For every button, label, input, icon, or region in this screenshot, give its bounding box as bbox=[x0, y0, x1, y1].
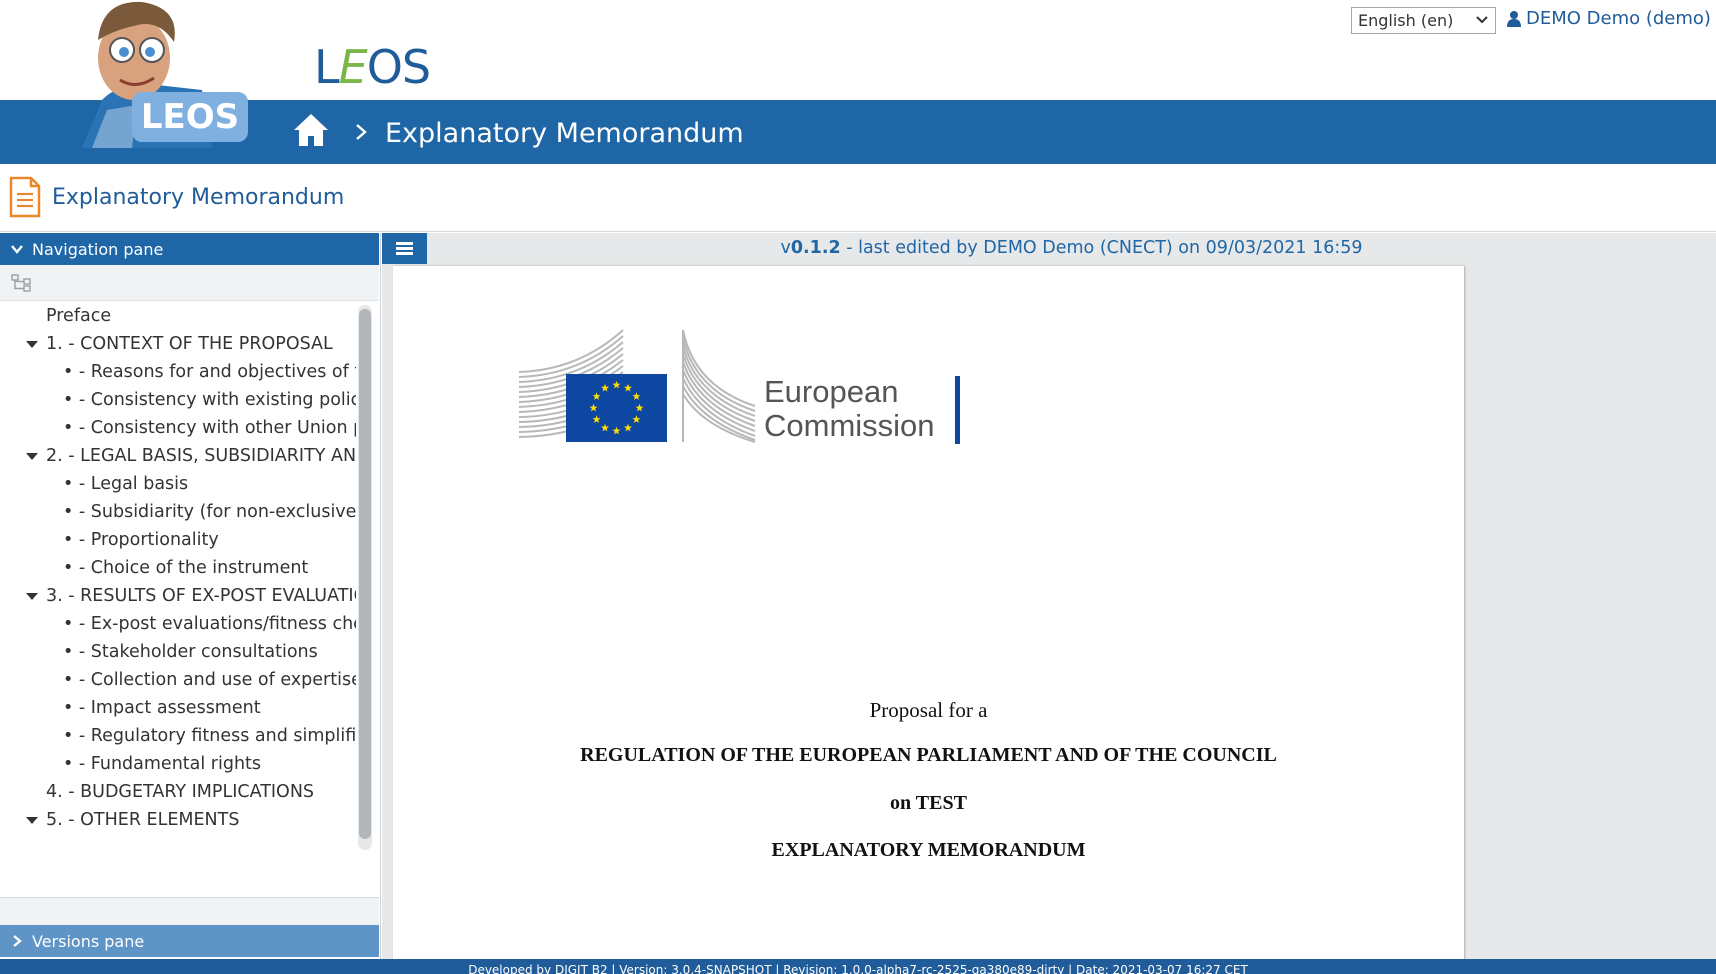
toc-item-label: Preface bbox=[46, 306, 112, 326]
version-prefix: v bbox=[780, 238, 791, 258]
toc-item-label: • - Consistency with existing policy p bbox=[63, 390, 356, 410]
toc-item[interactable]: • - Consistency with existing policy p bbox=[63, 387, 356, 413]
leos-logo[interactable]: LEOS bbox=[314, 40, 431, 94]
toc-item[interactable]: 1. - CONTEXT OF THE PROPOSAL bbox=[26, 331, 356, 357]
toc-item-label: • - Consistency with other Union pol bbox=[63, 418, 356, 438]
toc-item-label: • - Legal basis bbox=[63, 474, 189, 494]
regulation-subject: on TEST bbox=[890, 792, 967, 814]
navigation-pane-title: Navigation pane bbox=[32, 239, 164, 259]
top-header: LEOS English (en) DEMO Demo (demo) bbox=[0, 0, 1716, 100]
table-of-contents: Preface 1. - CONTEXT OF THE PROPOSAL • - R… bbox=[0, 303, 356, 828]
toc-item-label: 4. - BUDGETARY IMPLICATIONS bbox=[46, 782, 315, 802]
language-select[interactable]: English (en) bbox=[1351, 7, 1496, 34]
toc-item[interactable]: 4. - BUDGETARY IMPLICATIONS bbox=[46, 779, 356, 805]
logo-letters-os: OS bbox=[366, 40, 431, 94]
language-select-value: English (en) bbox=[1358, 11, 1454, 30]
toc-item[interactable]: • - Collection and use of expertise bbox=[63, 667, 356, 693]
toc-item-label: 1. - CONTEXT OF THE PROPOSAL bbox=[46, 334, 333, 354]
toc-item[interactable]: • - Proportionality bbox=[63, 527, 356, 553]
logo-text-european: European bbox=[764, 374, 898, 409]
left-panel: Navigation pane Preface 1. - CONTEXT OF T… bbox=[0, 233, 381, 974]
user-name: DEMO Demo (demo) bbox=[1526, 8, 1711, 29]
toc-scrollbar-thumb[interactable] bbox=[359, 309, 371, 839]
toc-item-label: • - Subsidiarity (for non-exclusive co bbox=[63, 502, 356, 522]
toc-item[interactable]: 3. - RESULTS OF EX-POST EVALUATION bbox=[26, 583, 356, 609]
home-icon[interactable] bbox=[292, 111, 330, 149]
toc-item[interactable]: • - Choice of the instrument bbox=[63, 555, 356, 581]
toc-item-label: • - Choice of the instrument bbox=[63, 558, 309, 578]
page-footer: Developed by DIGIT B2 | Version: 3.0.4-S… bbox=[0, 959, 1716, 974]
expand-toggle-icon[interactable] bbox=[26, 452, 38, 460]
expand-toggle-icon[interactable] bbox=[26, 592, 38, 600]
toc-item[interactable]: • - Stakeholder consultations bbox=[63, 639, 356, 665]
toc-item-label: 5. - OTHER ELEMENTS bbox=[46, 810, 240, 828]
document-title-bar: Explanatory Memorandum bbox=[0, 164, 1716, 232]
navigation-pane-toolbar bbox=[0, 265, 379, 301]
logo-letter-e: E bbox=[338, 40, 368, 94]
proposal-intro: Proposal for a bbox=[869, 698, 988, 722]
version-details: - last edited by DEMO Demo (CNECT) on 09… bbox=[840, 238, 1363, 258]
chevron-down-icon bbox=[1476, 16, 1488, 24]
toc-item[interactable]: • - Impact assessment bbox=[63, 695, 356, 721]
document-menu-button[interactable] bbox=[382, 233, 427, 264]
european-commission-logo: European Commission bbox=[519, 329, 960, 444]
hamburger-menu-icon bbox=[396, 242, 413, 255]
toc-item-label: • - Regulatory fitness and simplificat bbox=[63, 726, 356, 746]
chevron-right-icon bbox=[356, 124, 367, 140]
logo-text-commission: Commission bbox=[764, 408, 935, 443]
version-number: 0.1.2 bbox=[790, 238, 841, 258]
toc-item-label: 2. - LEGAL BASIS, SUBSIDIARITY AND P bbox=[46, 446, 356, 466]
memorandum-heading: EXPLANATORY MEMORANDUM bbox=[771, 839, 1086, 861]
leos-mascot-logo: LEOS bbox=[82, 1, 248, 148]
toc-item[interactable]: • - Reasons for and objectives of the bbox=[63, 359, 356, 385]
toc-item-label: • - Ex-post evaluations/fitness check bbox=[63, 614, 356, 634]
expand-toggle-icon[interactable] bbox=[26, 816, 38, 824]
toc-item-label: 3. - RESULTS OF EX-POST EVALUATION bbox=[46, 586, 356, 606]
user-menu[interactable]: DEMO Demo (demo) bbox=[1506, 8, 1711, 29]
toc-item-label: • - Fundamental rights bbox=[63, 754, 262, 774]
toc-item[interactable]: • - Consistency with other Union pol bbox=[63, 415, 356, 441]
mascot-badge-text: LEOS bbox=[141, 97, 239, 137]
app-root: LEOS English (en) DEMO Demo (demo) LEOS … bbox=[0, 0, 1716, 974]
logo-letter-l: L bbox=[314, 40, 340, 94]
toc-item[interactable]: 2. - LEGAL BASIS, SUBSIDIARITY AND P bbox=[26, 443, 356, 469]
logo-accent-bar bbox=[955, 376, 960, 444]
regulation-title: REGULATION OF THE EUROPEAN PARLIAMENT AN… bbox=[580, 744, 1277, 766]
versions-pane-title: Versions pane bbox=[32, 931, 145, 951]
toc-item-label: • - Proportionality bbox=[63, 530, 219, 550]
breadcrumb-current[interactable]: Explanatory Memorandum bbox=[385, 118, 744, 149]
user-icon bbox=[1507, 11, 1521, 27]
toc-item-label: • - Impact assessment bbox=[63, 698, 261, 718]
toc-item[interactable]: Preface bbox=[46, 303, 356, 329]
document-area: v0.1.2 - last edited by DEMO Demo (CNECT… bbox=[382, 233, 1716, 966]
logo-stripes-right bbox=[682, 329, 756, 443]
navigation-pane-header[interactable]: Navigation pane bbox=[0, 233, 379, 265]
toc-item[interactable]: • - Regulatory fitness and simplificat bbox=[63, 723, 356, 749]
chevron-right-icon bbox=[13, 935, 22, 947]
pane-divider bbox=[0, 897, 379, 925]
toc-scrollbar[interactable] bbox=[358, 305, 372, 850]
tree-icon[interactable] bbox=[10, 273, 34, 293]
main-navbar: Explanatory Memorandum bbox=[0, 100, 1716, 164]
document-icon bbox=[9, 176, 41, 218]
toc-item-label: • - Collection and use of expertise bbox=[63, 670, 356, 690]
document-page: European Commission Proposal for a REGUL… bbox=[393, 266, 1464, 966]
toc-item[interactable]: • - Legal basis bbox=[63, 471, 356, 497]
versions-pane-header[interactable]: Versions pane bbox=[0, 925, 379, 957]
toc-item[interactable]: • - Subsidiarity (for non-exclusive co bbox=[63, 499, 356, 525]
document-title: Explanatory Memorandum bbox=[52, 185, 345, 210]
version-info: v0.1.2 - last edited by DEMO Demo (CNECT… bbox=[427, 233, 1716, 264]
toc-item[interactable]: 5. - OTHER ELEMENTS bbox=[26, 807, 356, 828]
chevron-down-icon bbox=[11, 245, 23, 254]
toc-item-label: • - Reasons for and objectives of the bbox=[63, 362, 356, 382]
expand-toggle-icon[interactable] bbox=[26, 340, 38, 348]
toc-item[interactable]: • - Ex-post evaluations/fitness check bbox=[63, 611, 356, 637]
toc-item-label: • - Stakeholder consultations bbox=[63, 642, 318, 662]
toc-item[interactable]: • - Fundamental rights bbox=[63, 751, 356, 777]
